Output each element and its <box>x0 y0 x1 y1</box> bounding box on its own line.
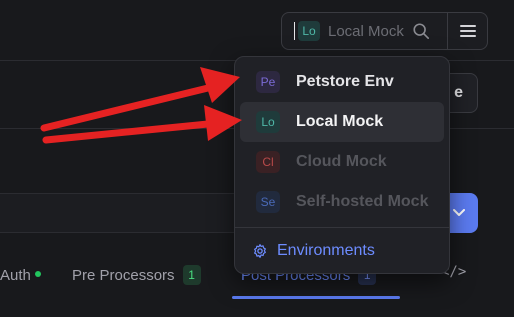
env-badge: Cl <box>256 151 280 173</box>
tab-label: Pre Processors <box>72 266 175 284</box>
env-option-cloud-mock[interactable]: Cl Cloud Mock <box>240 142 444 182</box>
env-badge: Pe <box>256 71 280 93</box>
chevron-down-icon <box>453 209 465 216</box>
env-option-local-mock[interactable]: Lo Local Mock <box>240 102 444 142</box>
env-option-label: Cloud Mock <box>296 153 387 170</box>
env-option-self-hosted-mock[interactable]: Se Self-hosted Mock <box>240 182 444 222</box>
env-option-label: Local Mock <box>296 113 384 130</box>
env-badge: Lo <box>256 111 280 133</box>
tab-count-badge: 1 <box>182 265 201 285</box>
tab-auth[interactable]: Auth <box>0 258 41 292</box>
env-option-label: Self-hosted Mock <box>296 193 429 210</box>
hamburger-menu-icon <box>459 25 476 37</box>
active-tab-indicator <box>232 296 400 299</box>
annotation-arrow-1 <box>40 67 240 132</box>
search-icon[interactable] <box>412 22 430 40</box>
menu-button[interactable] <box>448 12 488 50</box>
environment-dropdown: Pe Petstore Env Lo Local Mock Cl Cloud M… <box>234 56 450 274</box>
gear-icon <box>254 244 266 258</box>
env-option-label: Petstore Env <box>296 73 394 90</box>
save-button-label: e <box>454 84 463 101</box>
dropdown-divider <box>235 227 449 228</box>
tab-pre-processors[interactable]: Pre Processors 1 <box>72 258 201 292</box>
annotation-arrow-2 <box>42 105 242 144</box>
env-badge: Lo <box>298 21 320 41</box>
status-dot <box>34 271 41 277</box>
env-option-petstore[interactable]: Pe Petstore Env <box>240 62 444 102</box>
environments-label: Environments <box>277 242 375 259</box>
text-caret <box>294 22 295 40</box>
environment-search-input[interactable]: Local Mock <box>328 23 404 40</box>
manage-environments-link[interactable]: Environments <box>240 234 444 268</box>
environment-selector[interactable]: Lo Local Mock <box>281 12 448 50</box>
tab-label: Auth <box>0 266 31 284</box>
env-badge: Se <box>256 191 280 213</box>
